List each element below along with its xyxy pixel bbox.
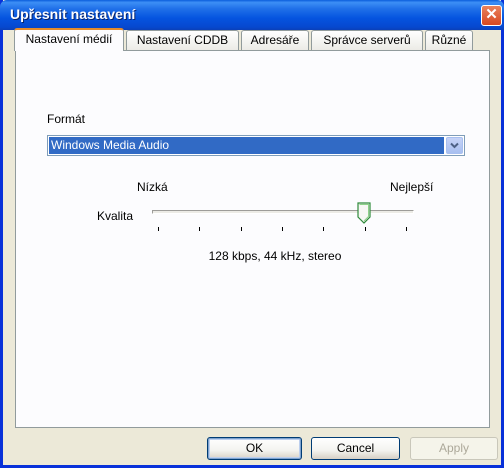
tab-folders[interactable]: Adresáře — [241, 30, 309, 50]
format-dropdown[interactable]: Windows Media Audio — [47, 135, 465, 156]
slider-tick — [158, 227, 159, 231]
window-title: Upřesnit nastavení — [10, 6, 136, 22]
tab-misc[interactable]: Různé — [425, 30, 473, 50]
close-button[interactable]: ✕ — [481, 5, 502, 26]
tab-cddb-settings[interactable]: Nastavení CDDB — [126, 30, 239, 50]
slider-tick — [323, 227, 324, 231]
cancel-button[interactable]: Cancel — [311, 437, 400, 460]
slider-tick — [365, 227, 366, 231]
tab-server-manager[interactable]: Správce serverů — [311, 30, 423, 50]
tab-strip: Nastavení médií Nastavení CDDB Adresáře … — [14, 28, 494, 51]
close-icon: ✕ — [485, 6, 498, 23]
chevron-down-icon — [450, 142, 459, 149]
quality-high-label: Nejlepší — [390, 180, 434, 194]
ok-button[interactable]: OK — [207, 437, 302, 460]
slider-tick — [282, 227, 283, 231]
format-dropdown-value: Windows Media Audio — [49, 137, 444, 154]
apply-button[interactable]: Apply — [410, 437, 498, 460]
tab-panel-media — [15, 50, 490, 428]
slider-tick — [199, 227, 200, 231]
quality-low-label: Nízká — [137, 180, 168, 194]
slider-tick — [241, 227, 242, 231]
quality-slider-track[interactable] — [152, 210, 414, 214]
quality-status-text: 128 kbps, 44 kHz, stereo — [208, 249, 342, 263]
quality-slider-thumb[interactable] — [357, 202, 371, 224]
title-bar[interactable]: Upřesnit nastavení ✕ — [0, 0, 504, 30]
quality-label: Kvalita — [97, 209, 134, 223]
slider-tick — [406, 227, 407, 231]
dropdown-arrow-button[interactable] — [446, 137, 463, 154]
tab-media-settings[interactable]: Nastavení médií — [14, 28, 124, 51]
format-label: Formát — [47, 112, 86, 126]
